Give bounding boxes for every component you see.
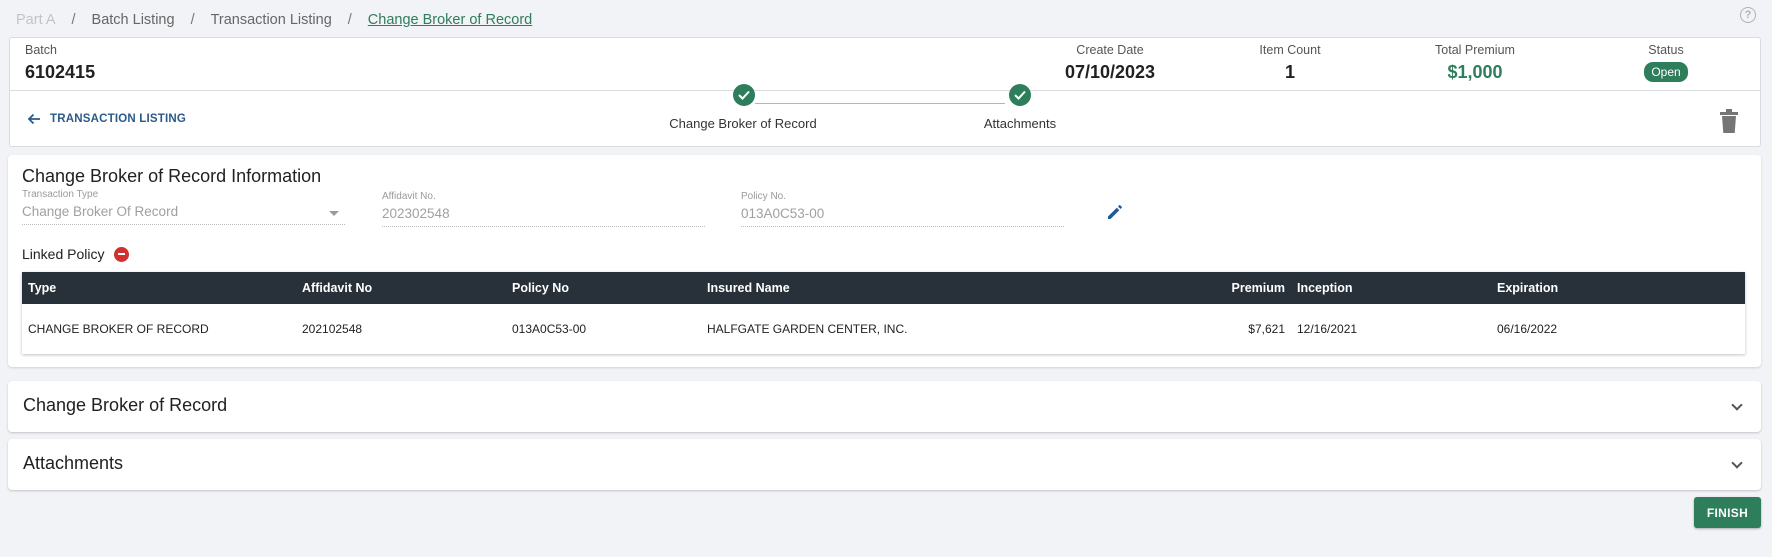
cell-premium: $7,621	[1181, 304, 1291, 354]
item-count-value: 1	[1284, 62, 1295, 82]
cell-inception: 12/16/2021	[1291, 304, 1491, 354]
step-2-label: Attachments	[983, 116, 1057, 131]
status-badge: Open	[1644, 62, 1688, 82]
change-broker-section[interactable]: Change Broker of Record	[8, 381, 1761, 432]
remove-linked-policy-icon[interactable]	[113, 246, 129, 262]
dropdown-arrow-icon	[329, 211, 339, 216]
broker-of-record-info-card: Change Broker of Record Information Tran…	[8, 155, 1761, 367]
attachments-section[interactable]: Attachments	[8, 439, 1761, 490]
affidavit-no-field[interactable]: Affidavit No. 202302548	[382, 191, 705, 227]
create-date-value: 07/10/2023	[1064, 62, 1156, 82]
col-affidavit-no: Affidavit No	[296, 272, 506, 304]
policy-no-field[interactable]: Policy No. 013A0C53-00	[741, 191, 1064, 227]
delete-batch-trash-icon[interactable]	[1720, 109, 1738, 138]
affidavit-no-label: Affidavit No.	[382, 191, 436, 202]
batch-value: 6102415	[25, 62, 96, 82]
back-link-label: TRANSACTION LISTING	[50, 113, 187, 125]
breadcrumb-separator: /	[347, 12, 352, 28]
breadcrumb-part-a: Part A	[16, 12, 56, 28]
step-2[interactable]	[1000, 84, 1040, 106]
create-date-label: Create Date	[1076, 43, 1144, 57]
finish-button[interactable]: FINISH	[1694, 497, 1761, 528]
batch-label: Batch	[25, 43, 57, 57]
breadcrumb-separator: /	[71, 12, 76, 28]
header-divider	[10, 90, 1760, 91]
info-section-title: Change Broker of Record Information	[22, 166, 322, 186]
step-1[interactable]	[724, 84, 764, 106]
step-complete-icon	[1009, 84, 1031, 106]
status-group: Status Open	[1626, 43, 1706, 82]
table-header-row: Type Affidavit No Policy No Insured Name…	[22, 272, 1745, 304]
cell-expiration: 06/16/2022	[1491, 304, 1745, 354]
item-count-label: Item Count	[1259, 43, 1321, 57]
step-1-label: Change Broker of Record	[669, 116, 817, 131]
linked-policy-table: Type Affidavit No Policy No Insured Name…	[22, 272, 1745, 354]
edit-pencil-icon[interactable]	[1106, 203, 1124, 226]
stepper-connector	[755, 103, 1005, 104]
back-to-transaction-listing[interactable]: TRANSACTION LISTING	[27, 112, 186, 126]
help-icon[interactable]: ?	[1740, 7, 1756, 23]
step-complete-icon	[733, 84, 755, 106]
policy-no-label: Policy No.	[741, 191, 787, 202]
col-inception: Inception	[1291, 272, 1491, 304]
col-policy-no: Policy No	[506, 272, 701, 304]
policy-no-value: 013A0C53-00	[741, 206, 825, 221]
col-premium: Premium	[1181, 272, 1291, 304]
breadcrumb-separator: /	[190, 12, 195, 28]
item-count-group: Item Count 1	[1240, 43, 1340, 83]
table-row[interactable]: CHANGE BROKER OF RECORD 202102548 013A0C…	[22, 304, 1745, 354]
status-label: Status	[1648, 43, 1684, 57]
cell-affidavit-no: 202102548	[296, 304, 506, 354]
batch-header-card: Batch 6102415 Create Date 07/10/2023 Ite…	[9, 37, 1761, 147]
cell-insured-name: HALFGATE GARDEN CENTER, INC.	[701, 304, 1181, 354]
chevron-down-icon[interactable]	[1731, 399, 1743, 411]
total-premium-value: $1,000	[1447, 62, 1503, 82]
col-insured-name: Insured Name	[701, 272, 1181, 304]
col-expiration: Expiration	[1491, 272, 1745, 304]
total-premium-label: Total Premium	[1435, 43, 1515, 57]
transaction-type-value: Change Broker Of Record	[22, 204, 179, 219]
breadcrumb: Part A / Batch Listing / Transaction Lis…	[16, 10, 532, 30]
chevron-down-icon[interactable]	[1731, 457, 1743, 469]
transaction-type-label: Transaction Type	[22, 189, 99, 200]
breadcrumb-transaction-listing[interactable]: Transaction Listing	[211, 12, 332, 28]
cell-policy-no: 013A0C53-00	[506, 304, 701, 354]
col-type: Type	[22, 272, 296, 304]
breadcrumb-change-broker[interactable]: Change Broker of Record	[368, 12, 532, 28]
arrow-left-icon	[27, 113, 40, 125]
cell-type: CHANGE BROKER OF RECORD	[22, 304, 296, 354]
attachments-section-title: Attachments	[23, 453, 124, 473]
linked-policy-header: Linked Policy	[22, 246, 129, 262]
total-premium-group: Total Premium $1,000	[1415, 43, 1535, 83]
affidavit-no-value: 202302548	[382, 206, 450, 221]
transaction-type-select[interactable]: Transaction Type Change Broker Of Record	[22, 189, 345, 225]
breadcrumb-batch-listing[interactable]: Batch Listing	[92, 12, 175, 28]
create-date-group: Create Date 07/10/2023	[1050, 43, 1170, 83]
linked-policy-label: Linked Policy	[22, 246, 105, 262]
change-broker-section-title: Change Broker of Record	[23, 395, 228, 415]
